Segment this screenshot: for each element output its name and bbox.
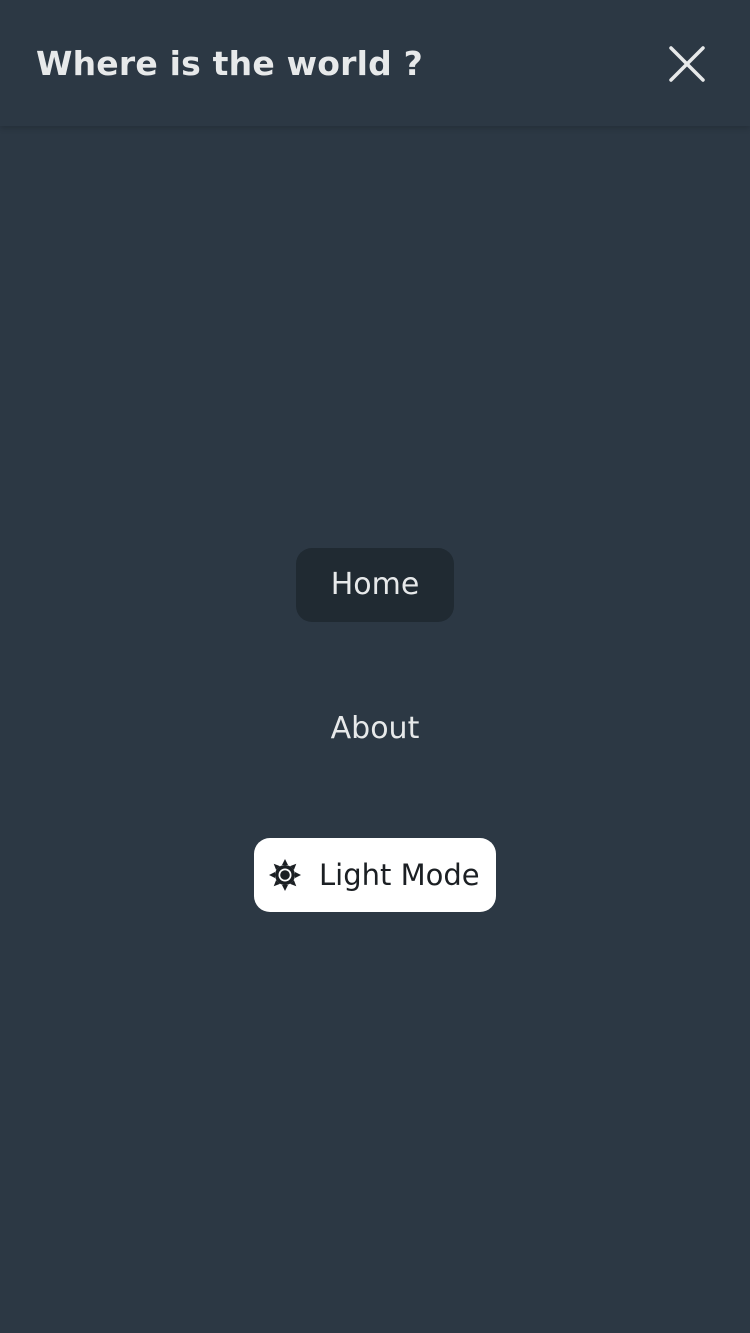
nav-menu: Home About Light Mode: [0, 126, 750, 1333]
theme-toggle-label: Light Mode: [319, 858, 480, 892]
close-menu-button[interactable]: [659, 36, 715, 92]
mobile-menu-screen: Where is the world ? Home About Light Mo…: [0, 0, 750, 1333]
theme-toggle-button[interactable]: Light Mode: [254, 838, 496, 912]
app-title: Where is the world ?: [36, 44, 423, 83]
app-header: Where is the world ?: [0, 0, 750, 126]
close-icon: [669, 46, 705, 82]
nav-item-home[interactable]: Home: [296, 548, 454, 622]
nav-item-about[interactable]: About: [296, 692, 454, 766]
sun-icon: [269, 859, 301, 891]
